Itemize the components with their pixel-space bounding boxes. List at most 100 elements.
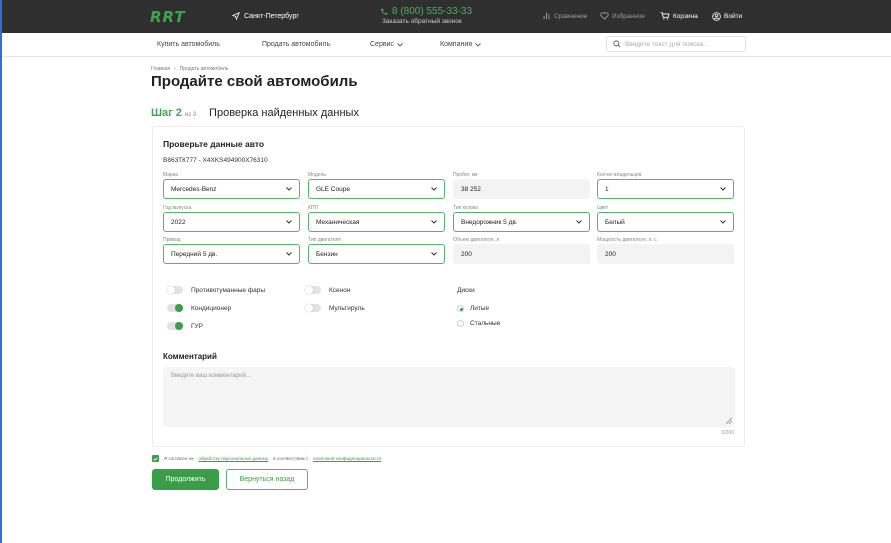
cart-link[interactable]: Корзина	[660, 12, 698, 20]
toggle-switch[interactable]	[167, 304, 183, 312]
privacy-policy-link[interactable]: политикой конфиденциальности	[313, 456, 381, 461]
chevron-down-icon	[431, 187, 437, 191]
login-link[interactable]: Войти	[712, 12, 742, 21]
drive-select[interactable]: Передний 5 дв.	[163, 244, 300, 264]
chevron-down-icon	[286, 252, 292, 256]
field-value: 200	[461, 250, 472, 258]
toggle-xenon[interactable]: Ксенон	[305, 286, 350, 294]
card-title: Проверьте данные авто	[163, 139, 265, 149]
city-label: Санкт-Петербург	[244, 12, 299, 20]
toggle-switch[interactable]	[167, 322, 183, 330]
consent-checkbox[interactable]	[152, 455, 159, 462]
comment-textarea[interactable]: Введите ваш комментарий...	[163, 367, 735, 427]
engine-power-input[interactable]: 200	[597, 244, 734, 264]
comment-placeholder: Введите ваш комментарий...	[171, 373, 251, 379]
toggle-switch[interactable]	[167, 286, 183, 294]
field-label: Год выпуска	[163, 205, 192, 211]
engine-volume-input[interactable]: 200	[453, 244, 590, 264]
toggle-power-steering[interactable]: ГУР	[167, 322, 203, 330]
owners-select[interactable]: 1	[597, 179, 734, 199]
resize-handle-icon[interactable]	[726, 418, 732, 424]
chevron-down-icon	[431, 252, 437, 256]
cart-label: Корзина	[673, 12, 698, 20]
chevron-down-icon	[431, 220, 437, 224]
favorites-link[interactable]: Избранное	[600, 12, 645, 20]
compare-label: Сравнение	[554, 12, 588, 20]
chevron-down-icon	[397, 42, 403, 47]
body-type-select[interactable]: Внедорожник 5 дв.	[453, 212, 590, 232]
page-title: Продайте свой автомобиль	[151, 73, 358, 90]
field-mileage: Пробег, км 38 252	[453, 172, 590, 199]
menu-sell-label: Продать автомобиль	[262, 41, 331, 48]
callback-link[interactable]: Заказать обратный звонок	[382, 18, 462, 25]
color-select[interactable]: Белый	[597, 212, 734, 232]
logo[interactable]: RRT	[150, 8, 186, 26]
radio-alloy[interactable]: Литые	[457, 305, 489, 312]
consent-row: Я согласен на обработку персональных дан…	[152, 455, 381, 462]
field-model: Модель GLE Coupe	[308, 172, 445, 199]
search-input[interactable]: Введите текст для поиска...	[606, 36, 746, 52]
radio-button[interactable]	[457, 305, 464, 312]
chevron-down-icon	[475, 42, 481, 47]
compare-link[interactable]: Сравнение	[542, 12, 587, 20]
field-label: Тип двигателя	[308, 237, 341, 243]
user-icon	[712, 12, 721, 21]
field-label: Марка	[163, 172, 178, 178]
menu-service[interactable]: Сервис	[370, 41, 403, 48]
radio-button[interactable]	[457, 320, 464, 327]
field-label: Объем двигателя, л	[453, 237, 500, 243]
field-value: Mercedes-Benz	[171, 185, 217, 193]
field-label: Цвет	[597, 205, 609, 211]
search-placeholder: Введите текст для поиска...	[625, 40, 709, 48]
toggle-switch[interactable]	[305, 286, 321, 294]
year-select[interactable]: 2022	[163, 212, 300, 232]
search-icon	[613, 40, 621, 48]
breadcrumb-home[interactable]: Главная	[151, 66, 170, 72]
mileage-input[interactable]: 38 252	[453, 179, 590, 199]
personal-data-link[interactable]: обработку персональных данных	[198, 456, 268, 461]
transmission-select[interactable]: Механическая	[308, 212, 445, 232]
step-name: Проверка найденных данных	[209, 107, 359, 119]
radio-steel[interactable]: Стальные	[457, 320, 500, 327]
city-selector[interactable]: Санкт-Петербург	[232, 12, 299, 20]
field-label: Кол-во владельцев	[597, 172, 642, 178]
menu-sell-car[interactable]: Продать автомобиль	[262, 41, 330, 48]
chevron-down-icon	[576, 220, 582, 224]
phone-icon	[381, 8, 388, 15]
chevron-down-icon	[286, 220, 292, 224]
window-edge	[0, 0, 2, 543]
back-button[interactable]: Вернуться назад	[226, 469, 308, 490]
field-value: Бензин	[316, 250, 338, 258]
compare-icon	[543, 12, 550, 20]
field-value: 200	[605, 250, 616, 258]
toggle-air-conditioner[interactable]: Кондиционер	[167, 304, 231, 312]
field-label: Модель	[308, 172, 326, 178]
field-label: Пробег, км	[453, 172, 478, 178]
field-value: GLE Coupe	[316, 185, 350, 193]
engine-type-select[interactable]: Бензин	[308, 244, 445, 264]
menu-company[interactable]: Компания	[440, 41, 481, 48]
field-value: Передний 5 дв.	[171, 250, 218, 258]
char-counter: 0/200	[721, 430, 734, 436]
field-engine-power: Мощность двигателя, л. с. 200	[597, 237, 734, 264]
favorites-label: Избранное	[612, 12, 645, 20]
field-drive: Привод Передний 5 дв.	[163, 237, 300, 264]
toggle-fog-lights[interactable]: Противотуманные фары	[167, 286, 265, 294]
field-body-type: Тип кузова Внедорожник 5 дв.	[453, 205, 590, 232]
location-arrow-icon	[232, 12, 240, 20]
continue-button[interactable]: Продолжить	[152, 469, 219, 490]
menu-buy-car[interactable]: Купить автомобиль	[157, 41, 220, 48]
check-icon	[153, 456, 158, 461]
toggle-label: Мультируль	[329, 304, 365, 312]
consent-text-middle: в соответствии с	[273, 456, 308, 461]
field-value: 2022	[171, 218, 186, 226]
main-menu: Купить автомобиль Продать автомобиль Сер…	[2, 33, 891, 57]
brand-select[interactable]: Mercedes-Benz	[163, 179, 300, 199]
model-select[interactable]: GLE Coupe	[308, 179, 445, 199]
phone-link[interactable]: 8 (800) 555-33-33	[380, 6, 472, 17]
toggle-switch[interactable]	[305, 304, 321, 312]
chevron-down-icon	[720, 220, 726, 224]
breadcrumb-current: Продать автомобиль	[179, 66, 229, 72]
toggle-multi-wheel[interactable]: Мультируль	[305, 304, 365, 312]
field-engine-volume: Объем двигателя, л 200	[453, 237, 590, 264]
